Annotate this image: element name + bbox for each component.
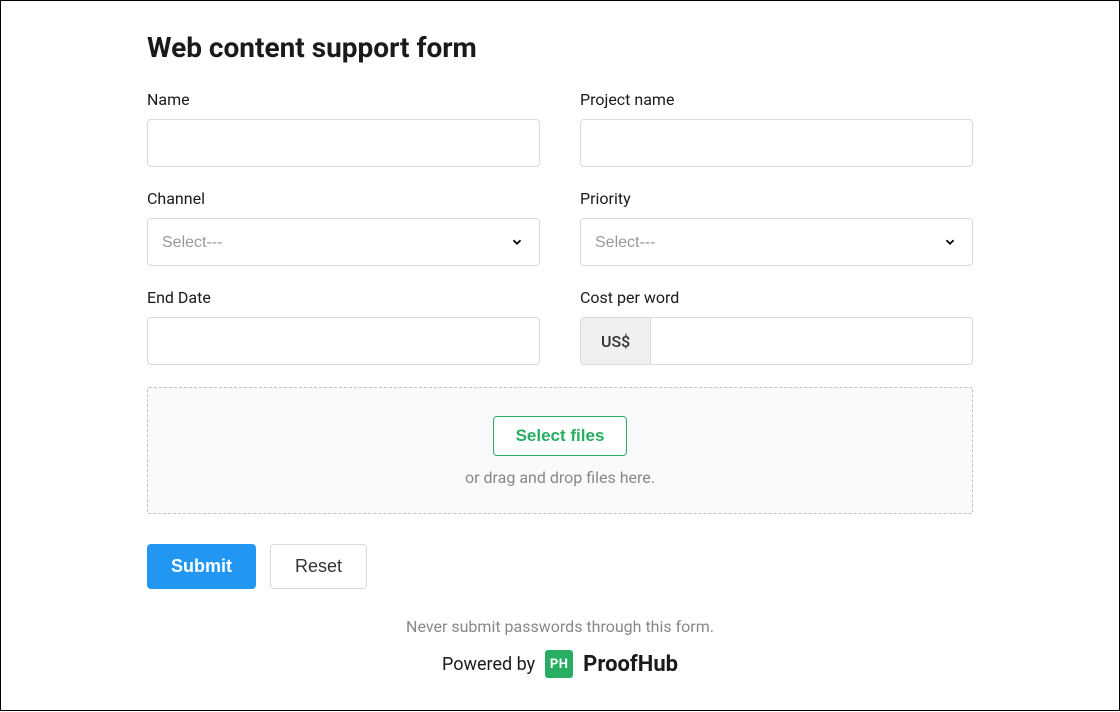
powered-by: Powered by PH ProofHub bbox=[147, 650, 973, 678]
page-title: Web content support form bbox=[147, 31, 973, 64]
cost-per-word-input[interactable] bbox=[651, 318, 972, 364]
currency-prefix: US$ bbox=[581, 318, 651, 364]
brand-name: ProofHub bbox=[583, 652, 678, 677]
end-date-input[interactable] bbox=[147, 317, 540, 365]
submit-button[interactable]: Submit bbox=[147, 544, 256, 589]
password-warning: Never submit passwords through this form… bbox=[147, 617, 973, 636]
button-row: Submit Reset bbox=[147, 544, 973, 589]
end-date-label: End Date bbox=[147, 288, 540, 307]
field-name: Name bbox=[147, 90, 540, 167]
priority-label: Priority bbox=[580, 189, 973, 208]
form-container: Web content support form Name Project na… bbox=[0, 0, 1120, 711]
cost-per-word-label: Cost per word bbox=[580, 288, 973, 307]
file-dropzone[interactable]: Select files or drag and drop files here… bbox=[147, 387, 973, 514]
project-name-label: Project name bbox=[580, 90, 973, 109]
channel-select[interactable]: Select--- bbox=[147, 218, 540, 266]
reset-button[interactable]: Reset bbox=[270, 544, 367, 589]
field-project-name: Project name bbox=[580, 90, 973, 167]
powered-by-text: Powered by bbox=[442, 654, 535, 675]
form-row-1: Name Project name bbox=[147, 90, 973, 167]
channel-label: Channel bbox=[147, 189, 540, 208]
footer: Never submit passwords through this form… bbox=[147, 617, 973, 678]
project-name-input[interactable] bbox=[580, 119, 973, 167]
dropzone-hint: or drag and drop files here. bbox=[148, 468, 972, 487]
field-cost-per-word: Cost per word US$ bbox=[580, 288, 973, 365]
form-row-3: End Date Cost per word US$ bbox=[147, 288, 973, 365]
select-files-button[interactable]: Select files bbox=[493, 416, 628, 456]
field-channel: Channel Select--- bbox=[147, 189, 540, 266]
form-row-2: Channel Select--- Priority Select--- bbox=[147, 189, 973, 266]
field-priority: Priority Select--- bbox=[580, 189, 973, 266]
proofhub-logo-icon: PH bbox=[545, 650, 573, 678]
field-end-date: End Date bbox=[147, 288, 540, 365]
name-label: Name bbox=[147, 90, 540, 109]
name-input[interactable] bbox=[147, 119, 540, 167]
priority-select[interactable]: Select--- bbox=[580, 218, 973, 266]
